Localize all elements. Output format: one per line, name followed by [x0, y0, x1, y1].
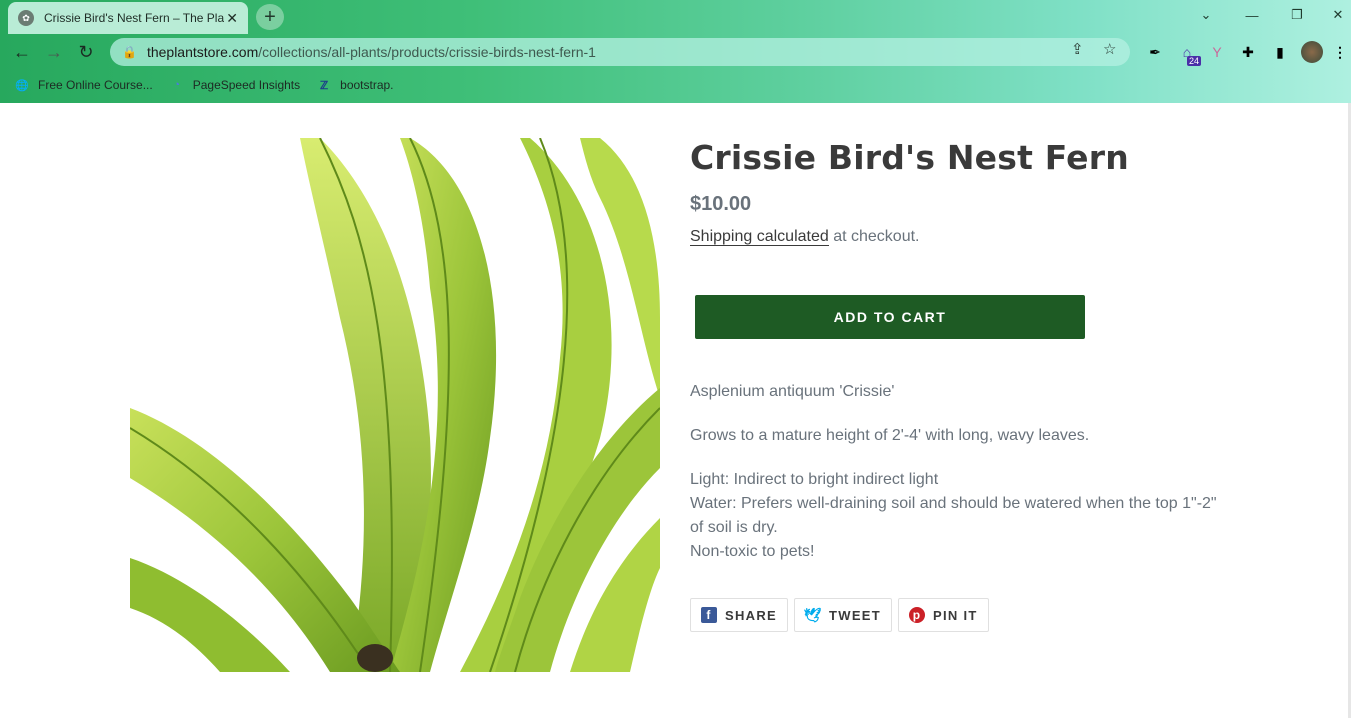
pinterest-icon: p: [909, 607, 926, 623]
botanical-name: Asplenium antiquum 'Crissie': [690, 383, 895, 400]
side-panel-icon[interactable]: ▮: [1268, 40, 1292, 64]
extensions-puzzle-icon[interactable]: ✚: [1236, 40, 1260, 64]
twitter-icon: 🕊: [803, 606, 823, 623]
shipping-link[interactable]: Shipping calculated: [690, 228, 829, 246]
facebook-share-button[interactable]: f SHARE: [690, 598, 789, 632]
url-text: theplantstore.com/collections/all-plants…: [146, 44, 596, 60]
bookmark-item[interactable]: ◔ PageSpeed Insights: [169, 77, 300, 93]
new-tab-button[interactable]: +: [256, 4, 284, 30]
browser-tab[interactable]: ✿ Crissie Bird's Nest Fern – The Plant S…: [8, 2, 248, 34]
pagespeed-icon: ◔: [173, 79, 181, 91]
eyedropper-extension-icon[interactable]: ✒: [1143, 40, 1167, 64]
product-title: Crissie Bird's Nest Fern: [690, 138, 1129, 177]
menu-kebab-icon[interactable]: ⋮: [1328, 40, 1351, 64]
share-page-icon[interactable]: ⇪: [1071, 40, 1084, 58]
bookmark-item[interactable]: ℤ bootstrap.: [316, 77, 393, 93]
reload-icon[interactable]: ↻: [74, 40, 98, 64]
tab-search-icon[interactable]: ⌄: [1183, 0, 1229, 30]
globe-icon: 🌐: [15, 79, 29, 92]
browser-chrome: ✿ Crissie Bird's Nest Fern – The Plant S…: [0, 0, 1351, 103]
fern-photo: [130, 138, 660, 672]
tab-title: Crissie Bird's Nest Fern – The Plant Sto…: [44, 11, 224, 25]
twitter-share-button[interactable]: 🕊 TWEET: [794, 598, 893, 632]
bookmarks-bar: 🌐 Free Online Course... ◔ PageSpeed Insi…: [0, 72, 1351, 98]
product-price: $10.00: [690, 193, 752, 215]
minimize-icon[interactable]: —: [1229, 0, 1275, 30]
browser-toolbar: ← → ↻ 🔒 theplantstore.com/collections/al…: [0, 34, 1351, 70]
extension-badge-icon[interactable]: ⌂ 24: [1175, 40, 1201, 66]
close-window-icon[interactable]: ✕: [1315, 0, 1351, 30]
forward-icon[interactable]: →: [42, 40, 66, 64]
restore-icon[interactable]: ❐: [1274, 0, 1320, 30]
bookmark-star-icon[interactable]: ☆: [1103, 40, 1116, 58]
bootstrap-icon: ℤ: [320, 79, 329, 92]
shipping-rest: at checkout.: [828, 228, 920, 245]
add-to-cart-button[interactable]: ADD TO CART: [695, 295, 1085, 339]
social-share: f SHARE 🕊 TWEET p PIN IT: [690, 598, 995, 632]
facebook-icon: f: [701, 607, 717, 623]
growth-info: Grows to a mature height of 2'-4' with l…: [690, 427, 1090, 444]
bookmark-item[interactable]: 🌐 Free Online Course...: [14, 77, 153, 93]
profile-avatar[interactable]: [1300, 40, 1324, 64]
back-icon[interactable]: ←: [10, 40, 34, 64]
site-favicon-icon: ✿: [18, 10, 34, 26]
address-bar[interactable]: 🔒 theplantstore.com/collections/all-plan…: [110, 38, 1130, 66]
pinterest-share-button[interactable]: p PIN IT: [898, 598, 989, 632]
extension-badge-count: 24: [1186, 56, 1201, 66]
shipping-note: Shipping calculated at checkout.: [690, 228, 1230, 246]
product-description: Asplenium antiquum 'Crissie' Grows to a …: [690, 380, 1230, 564]
pet-info: Non-toxic to pets!: [690, 543, 815, 560]
water-info: Water: Prefers well-draining soil and sh…: [690, 495, 1217, 536]
product-info: Crissie Bird's Nest Fern $10.00 Shipping…: [690, 138, 1230, 632]
y-extension-icon[interactable]: Y: [1205, 40, 1229, 64]
lock-icon: 🔒: [122, 45, 137, 59]
close-tab-icon[interactable]: ✕: [226, 10, 238, 27]
product-image[interactable]: [130, 138, 660, 672]
tab-strip: ✿ Crissie Bird's Nest Fern – The Plant S…: [0, 0, 1351, 34]
product-page: Crissie Bird's Nest Fern $10.00 Shipping…: [0, 103, 1351, 718]
care-info: Light: Indirect to bright indirect light…: [690, 468, 1230, 564]
light-info: Light: Indirect to bright indirect light: [690, 471, 939, 488]
